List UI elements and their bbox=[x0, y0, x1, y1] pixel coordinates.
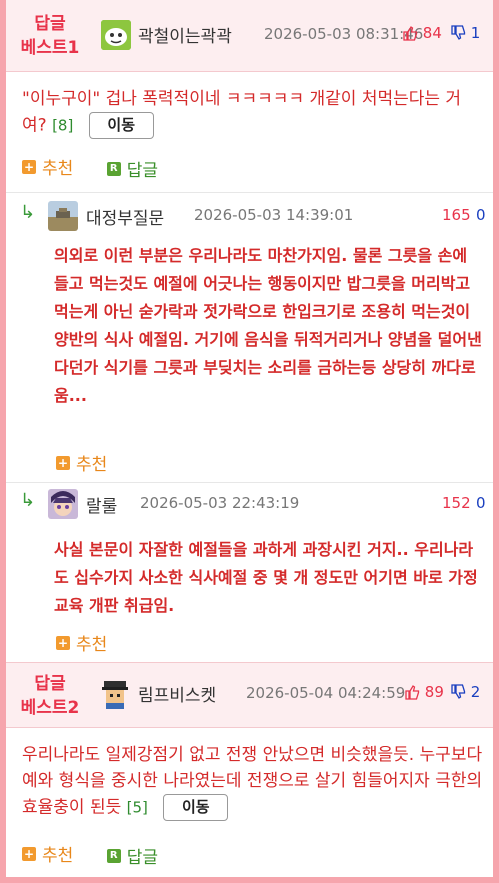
best-badge-line1: 답글 bbox=[34, 674, 66, 694]
thumbs-up-icon bbox=[403, 26, 418, 41]
move-button[interactable]: 이동 bbox=[163, 794, 229, 821]
recommend-label: 추천 bbox=[76, 635, 108, 655]
comment-actions: + 추천 R 답글 bbox=[22, 154, 186, 181]
recommend-label: 추천 bbox=[42, 846, 74, 866]
recommend-label: 추천 bbox=[42, 159, 74, 179]
comment-date: 2026-05-04 04:24:59 bbox=[246, 684, 406, 702]
reply-count: [8] bbox=[52, 116, 74, 135]
thumbs-up-icon bbox=[405, 685, 420, 700]
best-badge-line2: 베스트2 bbox=[20, 698, 80, 718]
landscape-photo-icon[interactable] bbox=[48, 201, 78, 231]
recommend-button[interactable]: + 추천 bbox=[22, 841, 73, 866]
comment-author[interactable]: 곽철이는곽곽 bbox=[138, 22, 232, 47]
downvote-button[interactable]: 1 bbox=[450, 24, 480, 42]
thumbs-down-icon bbox=[451, 25, 466, 40]
recommend-label: 추천 bbox=[76, 455, 108, 475]
comment-text: 우리나라도 일제강점기 없고 전쟁 안났으면 비슷했을듯. 누구보다 예와 형식… bbox=[22, 745, 483, 818]
downvote-button[interactable]: 2 bbox=[450, 683, 480, 701]
pixel-character-icon[interactable] bbox=[100, 679, 130, 709]
reply-label: 답글 bbox=[126, 848, 158, 868]
best-comment-header-2: 답글 베스트2 림프비스켓 2026-05-04 04:24:59 89 2 bbox=[6, 662, 493, 728]
plus-icon: + bbox=[56, 455, 70, 470]
reply-r-icon: R bbox=[106, 161, 121, 176]
recommend-button[interactable]: + 추천 bbox=[22, 154, 73, 179]
divider bbox=[6, 192, 493, 193]
comment-author[interactable]: 대정부질문 bbox=[86, 204, 164, 229]
comment-body: 의외로 이런 부분은 우리나라도 마찬가지임. 물론 그릇을 손에 들고 먹는것… bbox=[54, 246, 482, 405]
best-badge-line1: 답글 bbox=[34, 14, 66, 34]
best-badge-1: 답글 베스트1 bbox=[14, 12, 86, 60]
reply-button[interactable]: R 답글 bbox=[106, 156, 158, 181]
best-badge-2: 답글 베스트2 bbox=[14, 672, 86, 720]
comment-actions: + 추천 bbox=[56, 630, 135, 655]
recommend-button[interactable]: + 추천 bbox=[56, 450, 107, 475]
reply-label: 답글 bbox=[126, 161, 158, 181]
comment-actions: + 추천 R 답글 bbox=[22, 841, 186, 868]
comment-date: 2026-05-03 08:31:46 bbox=[264, 25, 424, 43]
comment-body: 사실 본문이 자잘한 예절들을 과하게 과장시킨 거지.. 우리나라도 십수가지… bbox=[54, 540, 478, 615]
reply-r-icon: R bbox=[106, 848, 121, 863]
comment-author[interactable]: 랄룰 bbox=[86, 492, 117, 517]
cartoon-face-icon[interactable] bbox=[101, 20, 131, 50]
comment-author[interactable]: 림프비스켓 bbox=[138, 681, 216, 706]
best-badge-line2: 베스트1 bbox=[20, 38, 80, 58]
downvote-count: 0 bbox=[476, 206, 486, 224]
downvote-count: 2 bbox=[470, 683, 481, 701]
upvote-count: 84 bbox=[422, 24, 442, 42]
divider bbox=[6, 482, 493, 483]
comment-body: 우리나라도 일제강점기 없고 전쟁 안났으면 비슷했을듯. 누구보다 예와 형식… bbox=[22, 742, 484, 821]
plus-icon: + bbox=[22, 846, 36, 861]
recommend-button[interactable]: + 추천 bbox=[56, 630, 107, 655]
upvote-count: 152 bbox=[442, 494, 471, 512]
comment-list: 답글 베스트1 곽철이는곽곽 2026-05-03 08:31:46 84 1 … bbox=[6, 0, 493, 877]
comment-date: 2026-05-03 22:43:19 bbox=[140, 494, 300, 512]
upvote-count: 89 bbox=[424, 683, 444, 701]
reply-arrow-icon: ↳ bbox=[20, 490, 36, 511]
plus-icon: + bbox=[22, 159, 36, 174]
comment-actions: + 추천 bbox=[56, 450, 135, 475]
reply-count: [5] bbox=[126, 798, 148, 817]
reply-arrow-icon: ↳ bbox=[20, 202, 36, 223]
best-comment-header-1: 답글 베스트1 곽철이는곽곽 2026-05-03 08:31:46 84 1 bbox=[6, 0, 493, 72]
plus-icon: + bbox=[56, 635, 70, 650]
upvote-count: 165 bbox=[442, 206, 471, 224]
comment-text: "이누구이" 겁나 폭력적이네 ㅋㅋㅋㅋㅋ 개같이 처먹는다는 거여? bbox=[22, 89, 462, 136]
comment-body: "이누구이" 겁나 폭력적이네 ㅋㅋㅋㅋㅋ 개같이 처먹는다는 거여? [8] … bbox=[22, 86, 484, 139]
reply-button[interactable]: R 답글 bbox=[106, 843, 158, 868]
anime-character-icon[interactable] bbox=[48, 489, 78, 519]
upvote-button[interactable]: 89 bbox=[404, 683, 444, 701]
thumbs-down-icon bbox=[451, 684, 466, 699]
downvote-count: 1 bbox=[470, 24, 481, 42]
move-button[interactable]: 이동 bbox=[88, 112, 154, 139]
downvote-count: 0 bbox=[476, 494, 486, 512]
comment-date: 2026-05-03 14:39:01 bbox=[194, 206, 354, 224]
upvote-button[interactable]: 84 bbox=[402, 24, 442, 42]
